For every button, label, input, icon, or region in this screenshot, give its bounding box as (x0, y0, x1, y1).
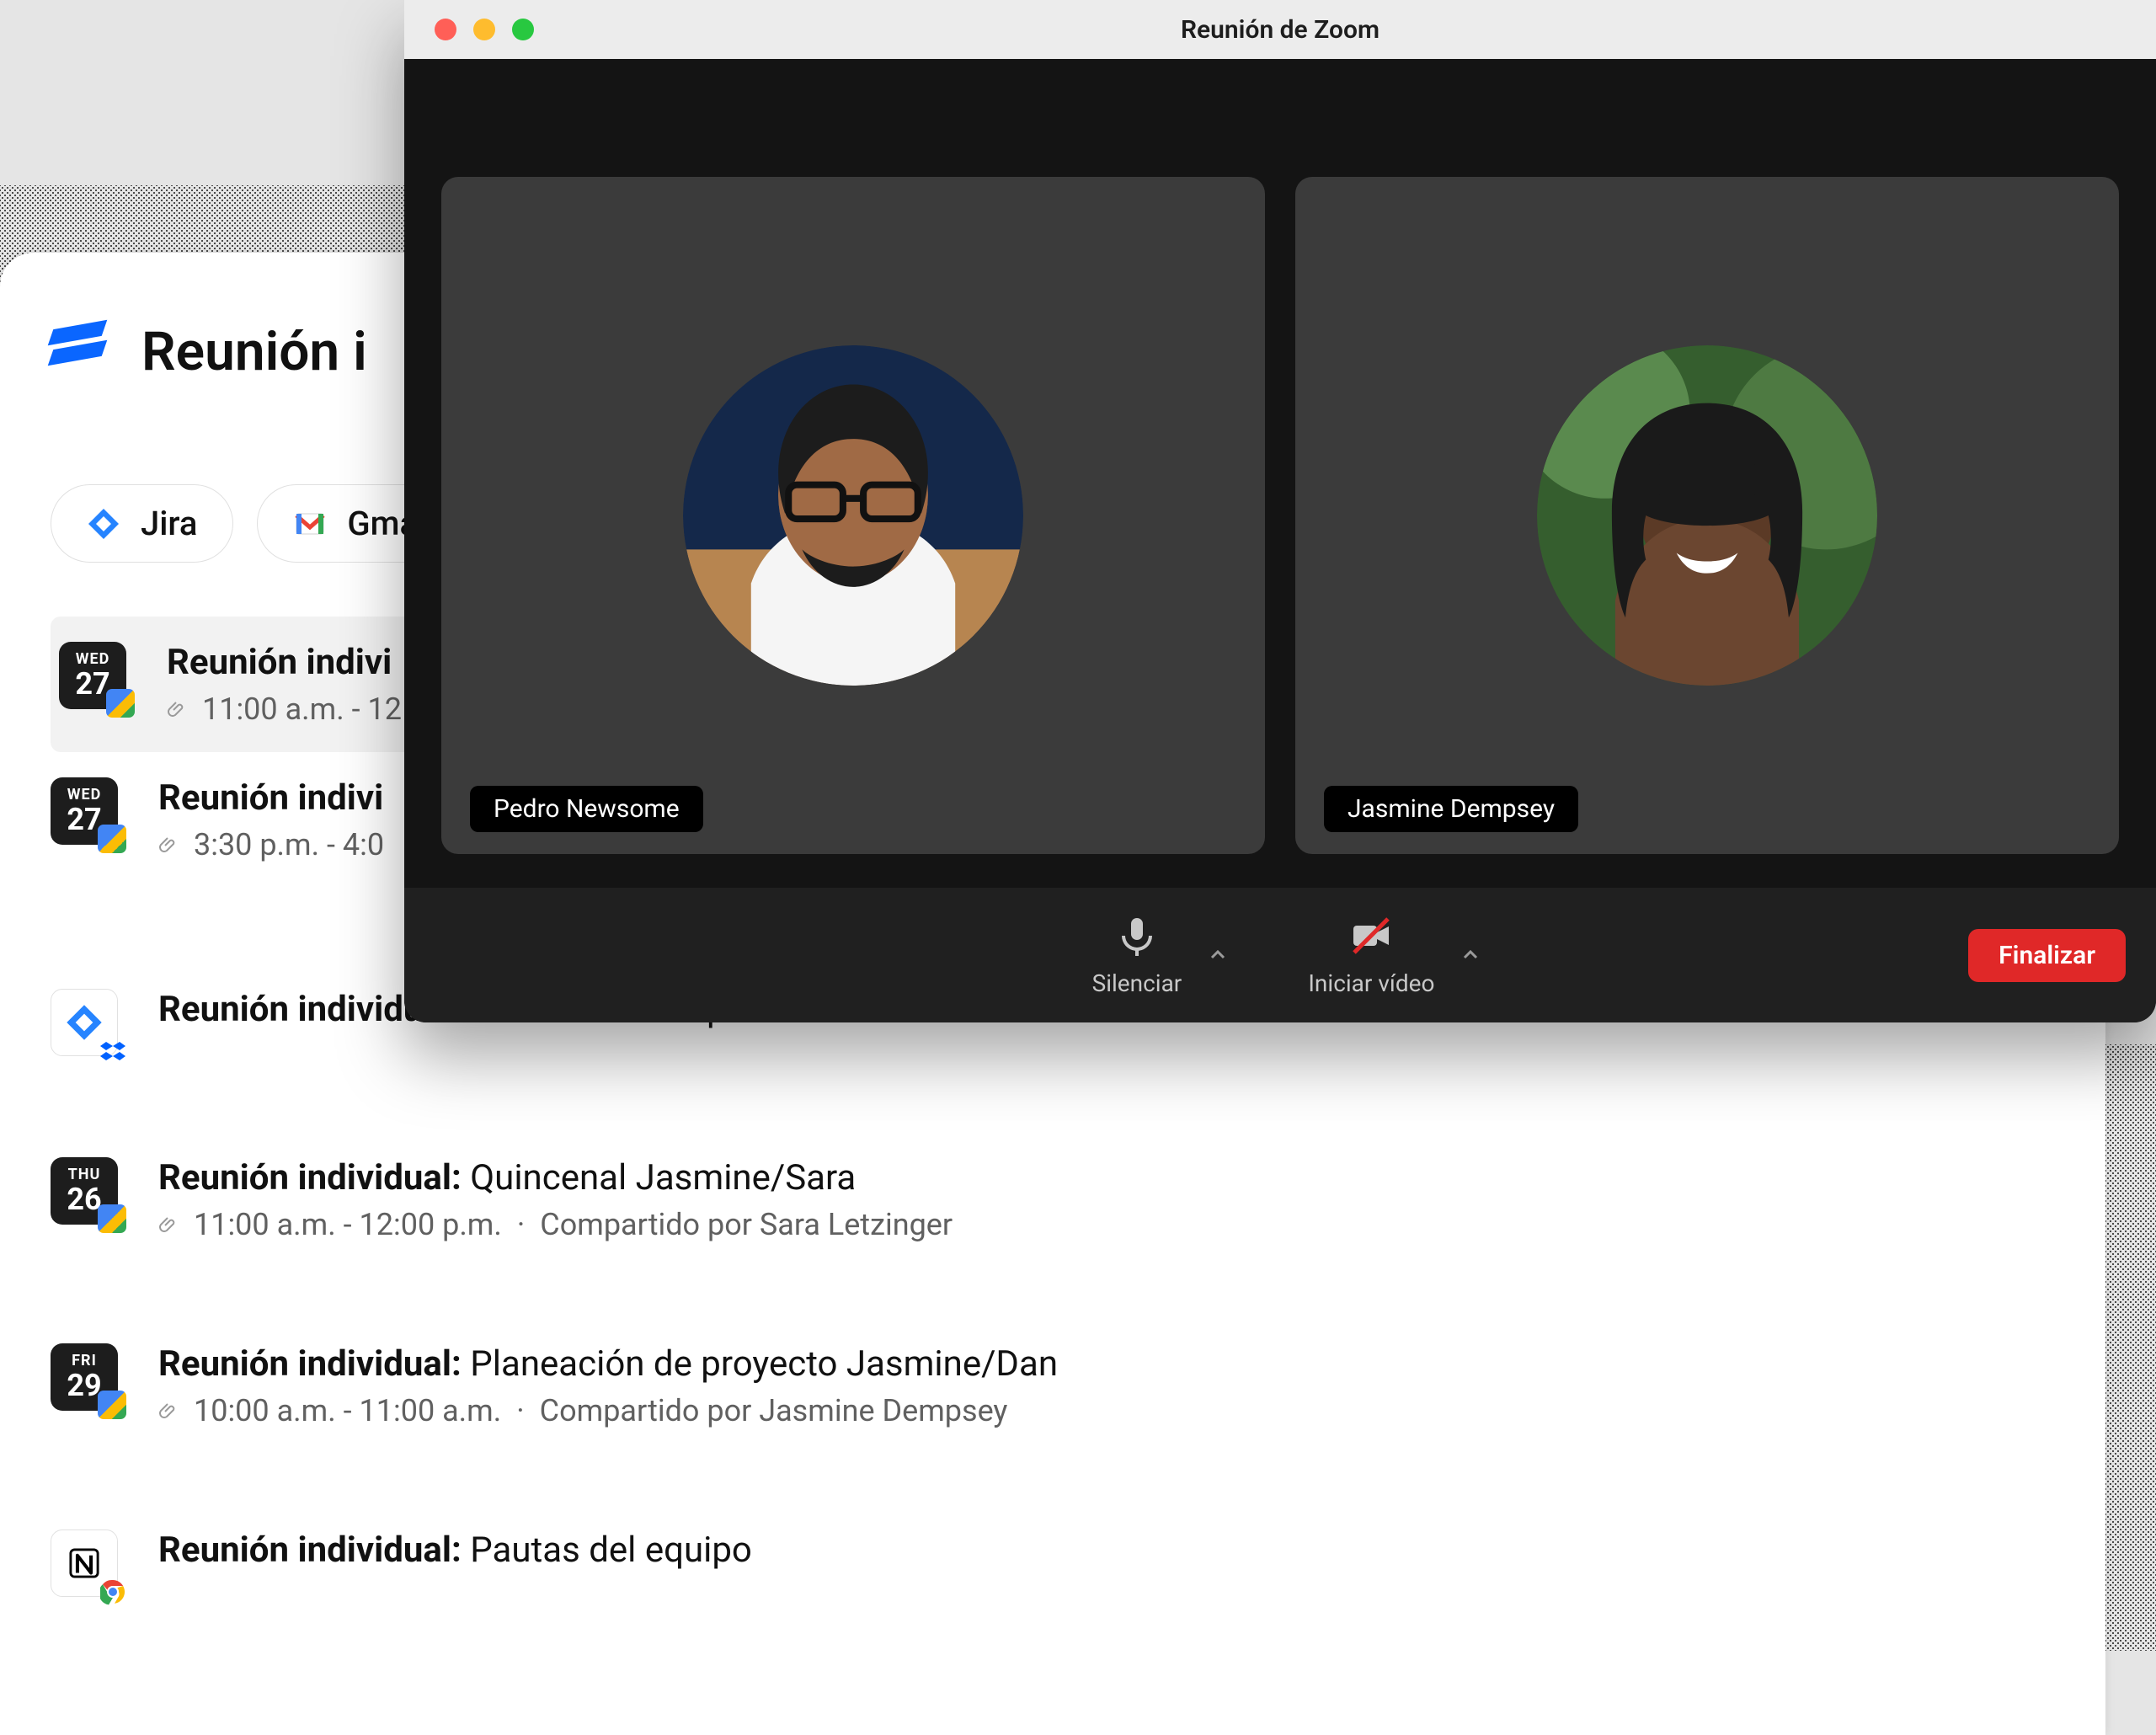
list-item-title: Reunión indivi (158, 777, 384, 819)
zoom-window-title: Reunión de Zoom (1181, 15, 1380, 45)
chrome-icon (100, 1579, 125, 1604)
window-close-button[interactable] (435, 19, 456, 40)
chip-label: Jira (141, 504, 197, 543)
list-item[interactable]: Reunión individual: Pautas del equipo (51, 1504, 2055, 1622)
attachment-icon (167, 699, 187, 719)
panel-title: Reunión i (141, 320, 367, 383)
calendar-date-badge: FRI 29 (51, 1343, 118, 1411)
calendar-date-badge: WED 27 (59, 642, 126, 709)
participant-tile[interactable]: Jasmine Dempsey (1295, 177, 2119, 854)
app-logo-icon (51, 320, 104, 383)
notion-icon (65, 1544, 104, 1583)
file-badge (51, 989, 118, 1056)
list-item-text: Reunión indivi 3:30 p.m. - 4:0 (158, 777, 384, 862)
list-item-text: Reunión individual: Pautas del equipo (158, 1529, 752, 1571)
google-calendar-icon (106, 689, 135, 718)
microphone-icon (1115, 914, 1159, 958)
mute-button[interactable]: Silenciar (1075, 914, 1199, 997)
window-traffic-lights (435, 0, 534, 59)
list-item-text: Reunión individual: Quincenal Jasmine/Sa… (158, 1157, 953, 1242)
calendar-date-badge: THU 26 (51, 1157, 118, 1225)
google-calendar-icon (98, 1391, 126, 1419)
list-item-title: Reunión individual: Quincenal Jasmine/Sa… (158, 1157, 953, 1198)
start-video-button[interactable]: Iniciar vídeo (1291, 914, 1451, 997)
mute-options-chevron[interactable] (1203, 941, 1232, 969)
decoration-speckle (2105, 1044, 2156, 1651)
list-item-subtitle: 10:00 a.m. - 11:00 a.m. · Compartido por… (158, 1393, 1058, 1428)
list-item[interactable]: THU 26 Reunión individual: Quincenal Jas… (51, 1132, 2055, 1268)
jira-icon (87, 507, 120, 541)
list-item-title: Reunión indivi (167, 642, 402, 683)
video-off-icon (1349, 914, 1393, 958)
zoom-window: Reunión de Zoom (404, 0, 2156, 1022)
dropbox-icon (100, 1038, 125, 1064)
list-item-text: Reunión indivi 11:00 a.m. - 12 (167, 642, 402, 727)
video-options-chevron[interactable] (1456, 941, 1485, 969)
zoom-titlebar[interactable]: Reunión de Zoom (404, 0, 2156, 59)
zoom-toolbar: Silenciar Iniciar vídeo F (404, 888, 2156, 1022)
google-calendar-icon (98, 825, 126, 853)
zoom-participants-grid: Pedro Newsome (404, 59, 2156, 888)
filter-chip-jira[interactable]: Jira (51, 484, 233, 563)
google-calendar-icon (98, 1204, 126, 1233)
jira-icon (65, 1003, 104, 1042)
window-maximize-button[interactable] (512, 19, 534, 40)
participant-avatar (683, 345, 1023, 686)
attachment-icon (158, 1214, 179, 1235)
end-meeting-button[interactable]: Finalizar (1968, 929, 2126, 982)
gmail-icon (293, 507, 327, 541)
file-badge (51, 1529, 118, 1597)
participant-avatar (1537, 345, 1877, 686)
list-item-subtitle: 3:30 p.m. - 4:0 (158, 827, 384, 862)
list-item-text: Reunión individual: Planeación de proyec… (158, 1343, 1058, 1428)
participant-tile[interactable]: Pedro Newsome (441, 177, 1265, 854)
window-minimize-button[interactable] (473, 19, 495, 40)
list-item-subtitle: 11:00 a.m. - 12:00 p.m. · Compartido por… (158, 1207, 953, 1242)
attachment-icon (158, 1401, 179, 1421)
list-item-title: Reunión individual: Pautas del equipo (158, 1529, 752, 1571)
calendar-date-badge: WED 27 (51, 777, 118, 845)
participant-name-tag: Jasmine Dempsey (1324, 786, 1578, 832)
attachment-icon (158, 835, 179, 855)
participant-name-tag: Pedro Newsome (470, 786, 703, 832)
list-item-subtitle: 11:00 a.m. - 12 (167, 691, 402, 727)
list-item[interactable]: FRI 29 Reunión individual: Planeación de… (51, 1318, 2055, 1454)
list-item-title: Reunión individual: Planeación de proyec… (158, 1343, 1058, 1385)
